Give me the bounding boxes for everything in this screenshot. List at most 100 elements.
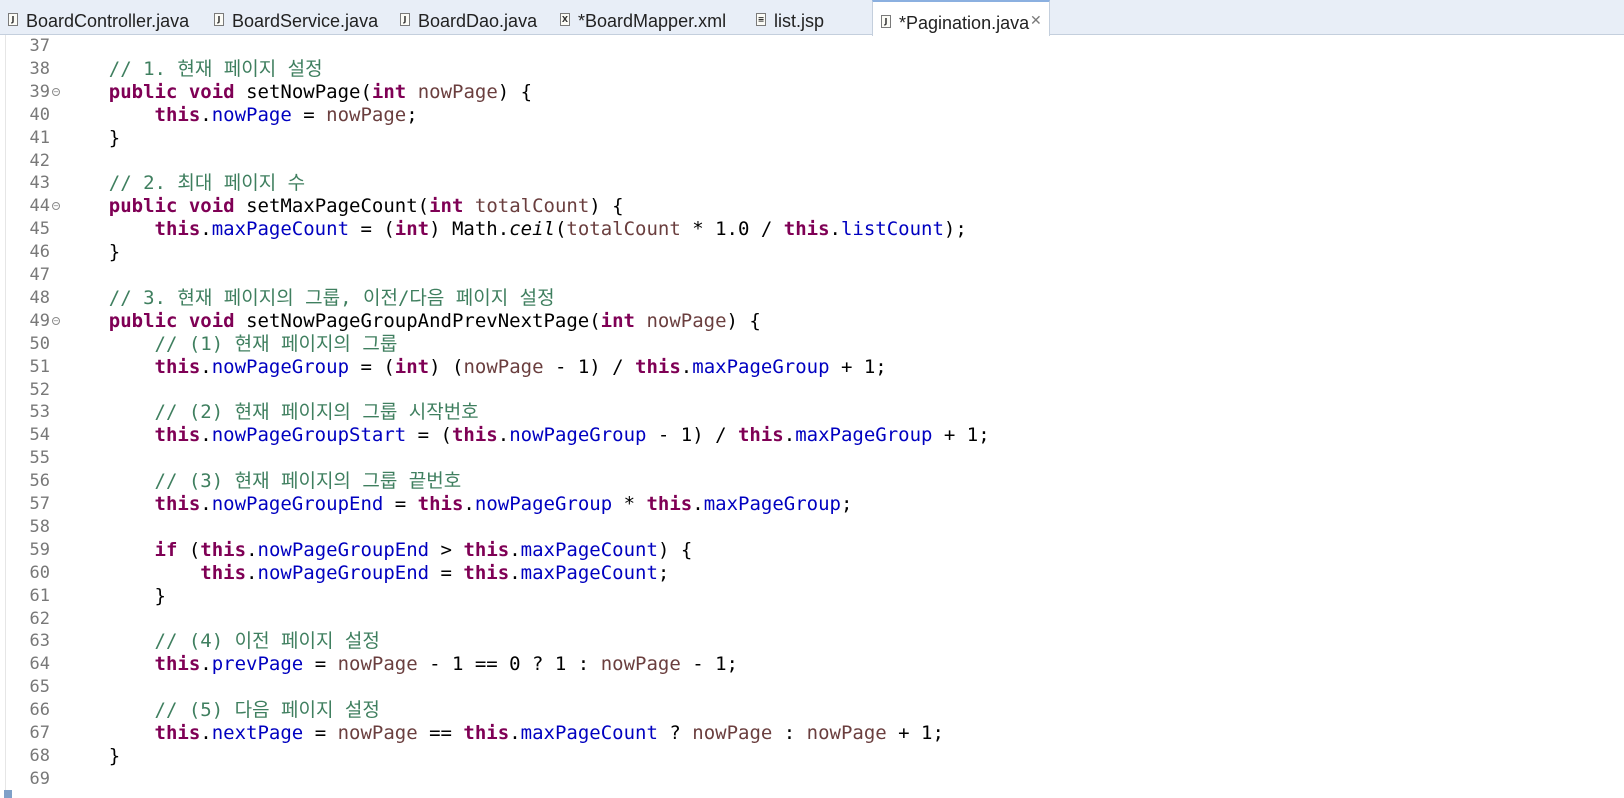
code-line[interactable]: 44− public void setMaxPageCount(int tota… — [0, 195, 1624, 218]
code-line[interactable]: 61 } — [0, 585, 1624, 608]
code-line[interactable]: 69 — [0, 768, 1624, 791]
code-token: void — [188, 80, 235, 103]
tab-boardcontroller[interactable]: J BoardController.java — [0, 0, 206, 35]
code-token: maxPageCount — [520, 561, 658, 584]
code-token: } — [63, 584, 166, 607]
code-line[interactable]: 47 — [0, 264, 1624, 287]
code-token: nowPageGroup — [211, 355, 350, 378]
code-line[interactable]: 64 this.prevPage = nowPage - 1 == 0 ? 1 … — [0, 653, 1624, 676]
tab-label: BoardService.java — [232, 11, 379, 31]
code-line[interactable]: 67 this.nextPage = nowPage == this.maxPa… — [0, 722, 1624, 745]
code-token: if — [154, 538, 178, 561]
code-line[interactable]: 51 this.nowPageGroup = (int) (nowPage - … — [0, 356, 1624, 379]
line-number: 55 — [29, 448, 50, 469]
code-token: // (4) 이전 페이지 설정 — [63, 630, 380, 653]
code-line[interactable]: 56 // (3) 현재 페이지의 그룹 끝번호 — [0, 470, 1624, 493]
code-line[interactable]: 54 this.nowPageGroupStart = (this.nowPag… — [0, 424, 1624, 447]
code-token: - 1; — [680, 653, 738, 676]
code-token: nowPage — [806, 722, 887, 744]
code-token: totalCount — [474, 195, 590, 218]
code-line[interactable]: 62 — [0, 608, 1624, 631]
code-token: // (5) 다음 페이지 설정 — [63, 699, 380, 722]
code-line[interactable]: 43 // 2. 최대 페이지 수 — [0, 172, 1624, 195]
line-number: 43 — [29, 173, 50, 194]
code-line[interactable]: 38 // 1. 현재 페이지 설정 — [0, 58, 1624, 81]
tab-boarddao[interactable]: J BoardDao.java — [392, 0, 552, 35]
line-number: 56 — [29, 471, 50, 492]
line-number: 49 — [29, 310, 50, 331]
code-text: } — [63, 127, 120, 150]
tab-list-jsp[interactable]: ≡ list.jsp — [748, 0, 854, 35]
code-text: // 2. 최대 페이지 수 — [63, 172, 305, 195]
code-token: = — [291, 103, 327, 126]
code-token: // (1) 현재 페이지의 그룹 — [63, 332, 398, 355]
fold-toggle-icon[interactable]: − — [52, 202, 60, 211]
code-token: this — [463, 561, 510, 584]
code-token: nowPageGroupEnd — [257, 538, 430, 561]
close-icon[interactable]: ✕ — [1030, 12, 1042, 28]
code-token: this — [154, 103, 201, 126]
code-token: // (3) 현재 페이지의 그룹 끝번호 — [63, 470, 462, 493]
line-number: 38 — [29, 58, 50, 79]
line-number: 64 — [29, 654, 50, 675]
code-line[interactable]: 41 } — [0, 127, 1624, 150]
code-text: this.prevPage = nowPage - 1 == 0 ? 1 : n… — [63, 653, 738, 676]
code-text: } — [63, 745, 120, 768]
code-token: ; — [657, 561, 670, 584]
code-line[interactable]: 39− public void setNowPage(int nowPage) … — [0, 81, 1624, 104]
code-token: this — [154, 493, 201, 515]
code-line[interactable]: 40 this.nowPage = nowPage; — [0, 104, 1624, 127]
code-line[interactable]: 50 // (1) 현재 페이지의 그룹 — [0, 333, 1624, 356]
code-token: . — [783, 424, 796, 447]
code-line[interactable]: 66 // (5) 다음 페이지 설정 — [0, 699, 1624, 722]
code-token: ) { — [657, 538, 693, 561]
tab-pagination[interactable]: J *Pagination.java ✕ — [872, 0, 1050, 36]
code-line[interactable]: 65 — [0, 676, 1624, 699]
java-file-icon: J — [881, 15, 891, 28]
line-number: 40 — [29, 104, 50, 125]
code-line[interactable]: 46 } — [0, 241, 1624, 264]
code-token: // (2) 현재 페이지의 그룹 시작번호 — [63, 401, 479, 424]
code-token: . — [246, 538, 258, 561]
code-line[interactable]: 55 — [0, 447, 1624, 470]
tab-label: *BoardMapper.xml — [578, 11, 727, 31]
code-line[interactable]: 42 — [0, 150, 1624, 173]
code-line[interactable]: 48 // 3. 현재 페이지의 그룹, 이전/다음 페이지 설정 — [0, 287, 1624, 310]
code-token: ); — [943, 218, 967, 241]
code-token: nowPage — [337, 722, 418, 744]
code-line[interactable]: 45 this.maxPageCount = (int) Math.ceil(t… — [0, 218, 1624, 241]
code-line[interactable]: 37 — [0, 35, 1624, 58]
code-token: void — [188, 309, 235, 332]
tab-boardservice[interactable]: J BoardService.java — [206, 0, 392, 35]
code-line[interactable]: 53 // (2) 현재 페이지의 그룹 시작번호 — [0, 401, 1624, 424]
tab-boardmapper[interactable]: X *BoardMapper.xml — [552, 0, 748, 35]
code-token: = — [303, 722, 338, 744]
code-editor[interactable]: 37 38 // 1. 현재 페이지 설정 39− public void setN… — [0, 35, 1624, 798]
code-line[interactable]: 58 — [0, 516, 1624, 539]
code-line[interactable]: 49− public void setNowPageGroupAndPrevNe… — [0, 310, 1624, 333]
code-token: maxPageGroup — [795, 424, 933, 447]
code-line[interactable]: 68 } — [0, 745, 1624, 768]
code-line[interactable]: 63 // (4) 이전 페이지 설정 — [0, 630, 1624, 653]
fold-toggle-icon[interactable]: − — [52, 316, 60, 325]
code-token: int — [600, 309, 635, 332]
line-number: 44 — [29, 196, 50, 217]
code-token: this — [463, 538, 510, 561]
code-text: // 1. 현재 페이지 설정 — [63, 58, 323, 81]
code-token: . — [463, 493, 475, 515]
code-token: public — [108, 309, 178, 332]
line-number: 51 — [29, 356, 50, 377]
code-line[interactable]: 52 — [0, 379, 1624, 402]
fold-toggle-icon[interactable]: − — [52, 87, 60, 96]
code-line[interactable]: 57 this.nowPageGroupEnd = this.nowPageGr… — [0, 493, 1624, 516]
code-token: totalCount — [566, 218, 681, 241]
code-line[interactable]: 60 this.nowPageGroupEnd = this.maxPageCo… — [0, 562, 1624, 585]
code-line[interactable]: 59 if (this.nowPageGroupEnd > this.maxPa… — [0, 539, 1624, 562]
